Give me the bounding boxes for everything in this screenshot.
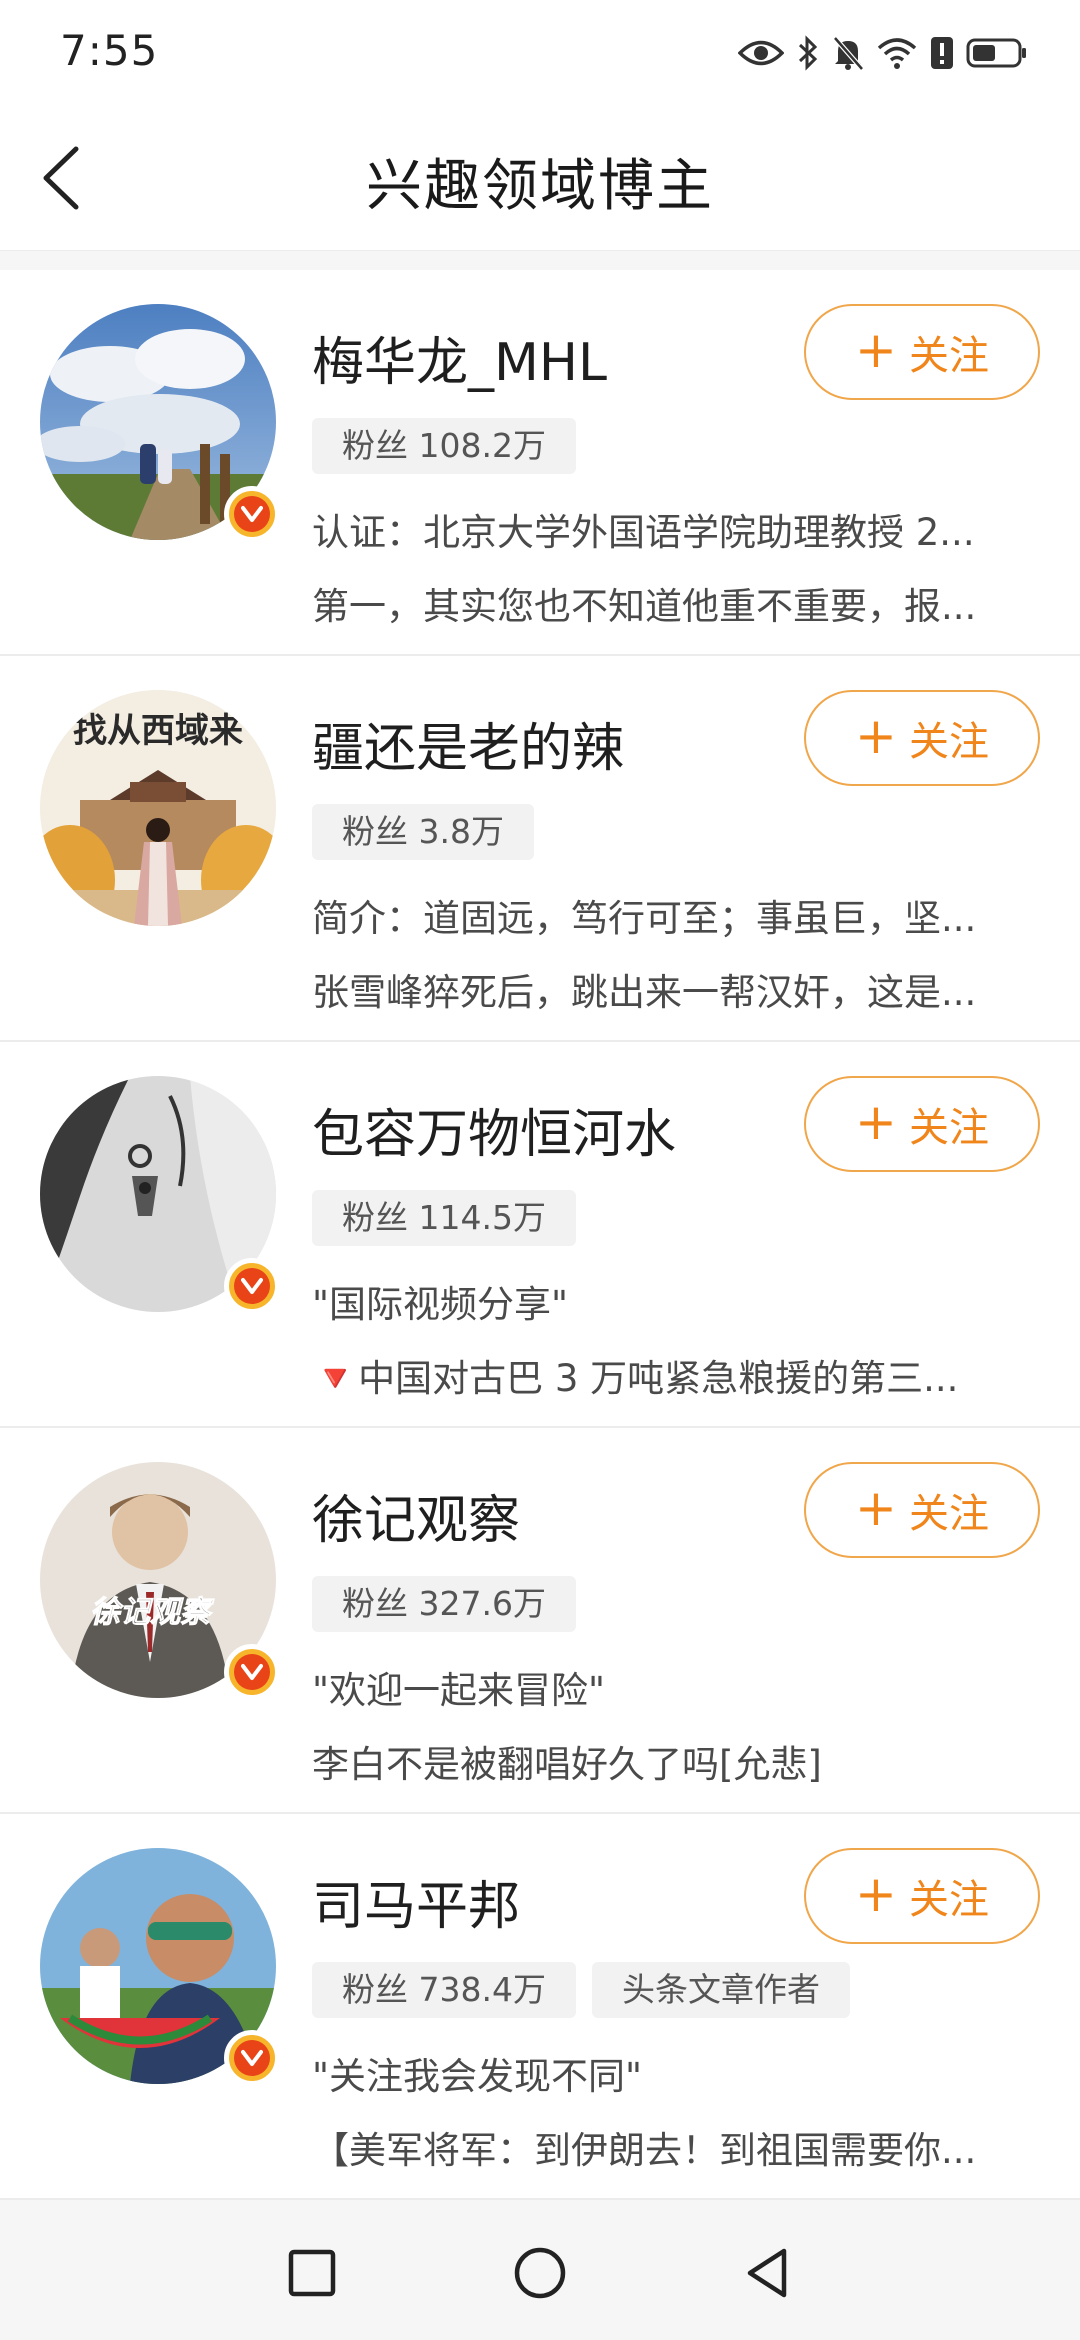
status-bar: 7:55 [0, 0, 1080, 105]
avatar[interactable]: 找从西域来 [40, 690, 276, 926]
follower-count-tag: 粉丝 738.4万 [312, 1962, 576, 2018]
author-tag: 头条文章作者 [591, 1962, 850, 2018]
follow-label: 关注 [908, 1105, 989, 1151]
battery-icon [966, 37, 1028, 69]
svg-text:徐记观察: 徐记观察 [90, 1595, 215, 1630]
plus-icon: + [855, 1479, 897, 1537]
tag-row: 粉丝 327.6万 [312, 1576, 576, 1632]
tag-row: 粉丝 108.2万 [312, 418, 576, 474]
system-nav-bar [0, 2205, 1080, 2340]
follow-button[interactable]: + 关注 [804, 304, 1040, 400]
bluetooth-icon [796, 35, 820, 71]
blogger-card[interactable]: 梅华龙_MHL + 关注 粉丝 108.2万 认证：北京大学外国语学院助理教授 … [0, 270, 1080, 656]
home-icon[interactable] [510, 2243, 570, 2303]
eye-icon [738, 38, 784, 68]
follow-button[interactable]: + 关注 [804, 1076, 1040, 1172]
follower-count-tag: 粉丝 3.8万 [312, 804, 534, 860]
latest-post-snippet[interactable]: 🔻中国对古巴 3 万吨紧急粮援的第三... [312, 1348, 1040, 1402]
blogger-card[interactable]: 包容万物恒河水 + 关注 粉丝 114.5万 "国际视频分享" 🔻中国对古巴 3… [0, 1042, 1080, 1428]
plus-icon: + [855, 1865, 897, 1923]
blogger-description: "关注我会发现不同" [312, 2055, 643, 2098]
plus-icon: + [855, 321, 897, 379]
blogger-name[interactable]: 梅华龙_MHL [312, 320, 607, 395]
blogger-name[interactable]: 疆还是老的辣 [312, 706, 624, 781]
blogger-description: 简介：道固远，笃行可至；事虽巨，坚... [312, 897, 977, 940]
verified-badge-icon [224, 1644, 280, 1700]
blogger-name[interactable]: 包容万物恒河水 [312, 1092, 676, 1167]
latest-post-snippet[interactable]: 第一，其实您也不知道他重不重要，报... [312, 576, 1040, 630]
follower-count-tag: 粉丝 108.2万 [312, 418, 576, 474]
tag-row: 粉丝 738.4万 头条文章作者 [312, 1962, 850, 2018]
follow-button[interactable]: + 关注 [804, 1462, 1040, 1558]
tag-row: 粉丝 114.5万 [312, 1190, 576, 1246]
blogger-description: 认证：北京大学外国语学院助理教授 2... [312, 511, 975, 554]
verified-badge-icon [224, 2030, 280, 2086]
latest-post-snippet[interactable]: 李白不是被翻唱好久了吗[允悲] [312, 1734, 1040, 1788]
bell-muted-icon [832, 35, 864, 71]
follow-label: 关注 [908, 333, 989, 379]
verified-badge-icon [224, 486, 280, 542]
status-time: 7:55 [60, 26, 159, 75]
wifi-icon [876, 36, 918, 70]
blogger-name[interactable]: 徐记观察 [312, 1478, 520, 1553]
page-title: 兴趣领域博主 [366, 154, 714, 219]
latest-post-snippet[interactable]: 张雪峰猝死后，跳出来一帮汉奸，这是... [312, 962, 1040, 1016]
svg-text:找从西域来: 找从西域来 [73, 711, 243, 751]
follower-count-tag: 粉丝 327.6万 [312, 1576, 576, 1632]
recent-apps-icon[interactable] [282, 2243, 342, 2303]
plus-icon: + [855, 1093, 897, 1151]
follow-button[interactable]: + 关注 [804, 1848, 1040, 1944]
follower-count-tag: 粉丝 114.5万 [312, 1190, 576, 1246]
back-triangle-icon[interactable] [738, 2243, 798, 2303]
status-icons [738, 28, 1028, 78]
blogger-card[interactable]: 司马平邦 + 关注 粉丝 738.4万 头条文章作者 "关注我会发现不同" 【美… [0, 1814, 1080, 2200]
blogger-description: "欢迎一起来冒险" [312, 1669, 606, 1712]
alert-icon [930, 36, 954, 70]
blogger-name[interactable]: 司马平邦 [312, 1864, 520, 1939]
follow-label: 关注 [908, 719, 989, 765]
follow-button[interactable]: + 关注 [804, 690, 1040, 786]
header: 兴趣领域博主 [0, 105, 1080, 251]
blogger-card[interactable]: 找从西域来 疆还是老的辣 + 关注 粉丝 3.8万 简介：道固远，笃行可至；事虽… [0, 656, 1080, 1042]
follow-label: 关注 [908, 1491, 989, 1537]
latest-post-snippet[interactable]: 【美军将军：到伊朗去！到祖国需要你... [312, 2120, 1040, 2174]
blogger-card[interactable]: 徐记观察 徐记观察 + 关注 粉丝 327.6万 "欢迎一起来冒险" 李白不是被… [0, 1428, 1080, 1814]
follow-label: 关注 [908, 1877, 989, 1923]
verified-badge-icon [224, 1258, 280, 1314]
tag-row: 粉丝 3.8万 [312, 804, 534, 860]
blogger-description: "国际视频分享" [312, 1283, 569, 1326]
plus-icon: + [855, 707, 897, 765]
blogger-list: 梅华龙_MHL + 关注 粉丝 108.2万 认证：北京大学外国语学院助理教授 … [0, 270, 1080, 2200]
